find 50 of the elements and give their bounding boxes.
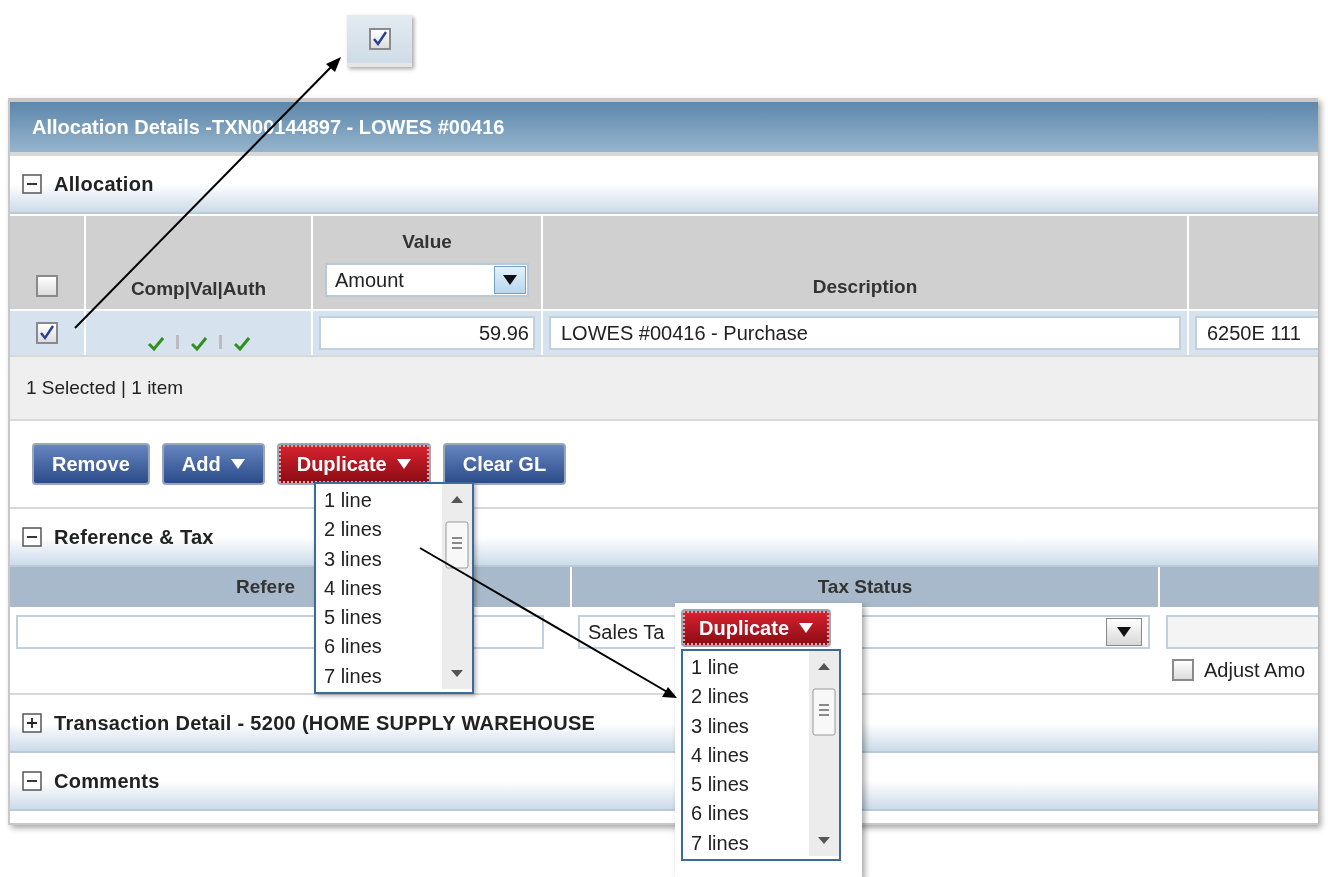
menu-item[interactable]: 5 lines bbox=[691, 770, 809, 800]
menu-item[interactable]: 3 lines bbox=[691, 711, 809, 741]
menu-item[interactable]: 7 lines bbox=[324, 661, 442, 692]
section-title: Reference & Tax bbox=[54, 525, 214, 550]
column-header: Tax Status bbox=[817, 574, 913, 599]
scrollbar[interactable] bbox=[809, 651, 839, 856]
collapse-icon[interactable] bbox=[22, 174, 42, 194]
section-title: Allocation bbox=[54, 172, 154, 197]
check-icon bbox=[233, 337, 250, 351]
input-field[interactable] bbox=[1166, 615, 1318, 649]
expand-icon[interactable] bbox=[22, 713, 42, 733]
action-button[interactable]: Clear GL bbox=[442, 443, 567, 485]
description-field[interactable]: LOWES #00416 - Purchase bbox=[549, 316, 1181, 350]
caret-icon bbox=[503, 274, 517, 285]
column-header: Value bbox=[402, 230, 452, 254]
checkbox[interactable] bbox=[36, 322, 58, 344]
action-button[interactable]: Duplicate bbox=[681, 609, 832, 647]
collapse-icon[interactable] bbox=[22, 527, 42, 547]
value-select[interactable]: Amount bbox=[325, 262, 529, 297]
column-header: Comp|Val|Auth bbox=[130, 276, 267, 301]
caret-icon bbox=[799, 623, 814, 633]
caret-icon bbox=[230, 459, 245, 469]
menu-item[interactable]: 1 line bbox=[691, 653, 809, 683]
table-row[interactable]: 59.96 LOWES #00416 - Purchase 6250E 111 bbox=[10, 309, 1318, 355]
menu-item[interactable]: 2 lines bbox=[324, 515, 442, 545]
menu-item[interactable]: 4 lines bbox=[324, 573, 442, 604]
caret-icon bbox=[396, 459, 411, 469]
checkbox[interactable] bbox=[1172, 659, 1194, 681]
caret-icon bbox=[1117, 627, 1131, 637]
section-title: Comments bbox=[54, 769, 160, 794]
checkbox[interactable] bbox=[368, 28, 391, 50]
column-header: Description bbox=[812, 274, 918, 299]
action-button[interactable]: Remove bbox=[32, 443, 150, 485]
menu-item[interactable]: 7 lines bbox=[691, 828, 809, 859]
action-button[interactable]: Add bbox=[161, 443, 265, 485]
check-icon bbox=[147, 337, 164, 351]
column-header: Refere bbox=[236, 574, 296, 599]
menu-item[interactable]: 5 lines bbox=[324, 603, 442, 633]
section-header[interactable]: Allocation bbox=[10, 156, 1318, 214]
menu-item[interactable]: 6 lines bbox=[324, 632, 442, 662]
scrollbar[interactable] bbox=[442, 484, 472, 689]
collapse-icon[interactable] bbox=[22, 771, 42, 791]
section-title: Transaction Detail - 5200 (HOME SUPPLY WAREHOUSE bbox=[54, 711, 596, 736]
check-icon bbox=[190, 337, 207, 351]
gl-code-field[interactable]: 6250E 111 bbox=[1195, 316, 1318, 350]
selection-status: 1 Selected | 1 item bbox=[26, 375, 184, 400]
checkbox[interactable] bbox=[36, 275, 58, 297]
checkbox-label: Adjust Amo bbox=[1204, 658, 1306, 683]
amount-field[interactable]: 59.96 bbox=[319, 316, 535, 350]
action-button[interactable]: Duplicate bbox=[276, 443, 431, 485]
